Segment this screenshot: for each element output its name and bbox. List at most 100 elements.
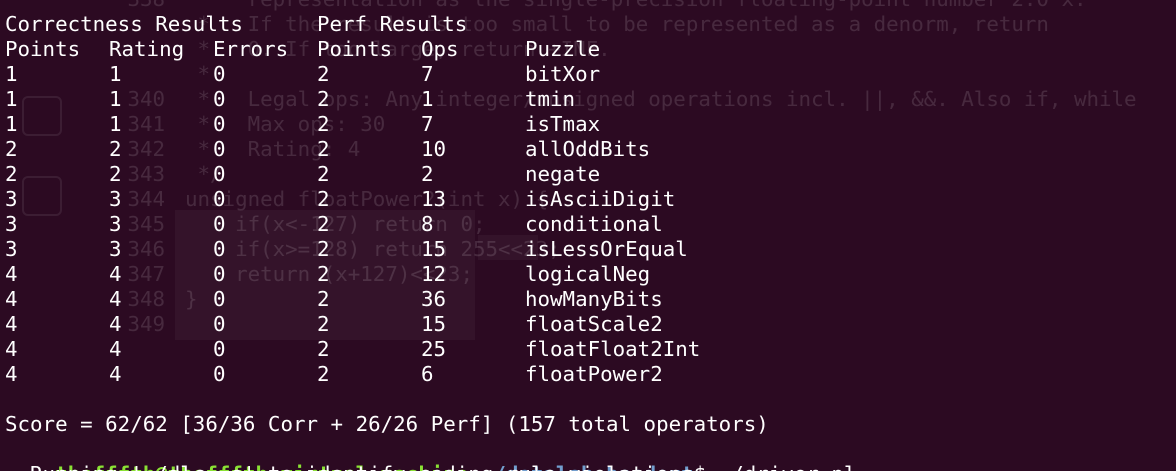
cell-perf-points: 2 [317,212,330,236]
ghost-code-line: 338 * representation as the single-preci… [120,0,1087,12]
ghost-code-line: 343 */ [120,162,222,187]
cell-perf-points: 2 [317,137,330,161]
correctness-results-heading: Correctness Results [5,12,243,36]
cell-rating: 2 [109,162,122,186]
cell-ops: 1 [421,87,434,111]
cell-puzzle: floatScale2 [525,312,663,336]
cell-puzzle: isAsciiDigit [525,187,676,211]
cell-puzzle: logicalNeg [525,262,651,286]
cell-points: 1 [5,112,18,136]
cell-ops: 7 [421,112,434,136]
cell-perf-points: 2 [317,87,330,111]
cell-perf-points: 2 [317,187,330,211]
cell-puzzle: floatPower2 [525,362,663,386]
cell-errors: 0 [213,237,226,261]
cell-perf-points: 2 [317,237,330,261]
cell-rating: 2 [109,137,122,161]
partial-output-line: Running './dlc -e' to identify coding ru… [5,462,706,471]
cell-puzzle: allOddBits [525,137,651,161]
cell-rating: 4 [109,337,122,361]
cell-rating: 3 [109,212,122,236]
cell-ops: 2 [421,162,434,186]
cell-errors: 0 [213,337,226,361]
cell-ops: 10 [421,137,447,161]
cell-points: 1 [5,87,18,111]
ghost-line-number: 346 [127,237,165,261]
ghost-line-number: 344 [127,187,165,211]
cell-points: 2 [5,137,18,161]
ghost-code-line: 340 * Legal ops: Any integer/unsigned op… [120,87,1136,112]
ghost-line-text: if(x>=128) return 255<<23; [185,237,561,261]
cell-points: 3 [5,212,18,236]
cell-errors: 0 [213,112,226,136]
terminal-window[interactable]: 338 * representation as the single-preci… [0,0,1176,471]
cell-puzzle: conditional [525,212,663,236]
cell-perf-points: 2 [317,337,330,361]
perf-results-heading: Perf Results [317,12,468,36]
ghost-line-text: * Rating: 4 [185,137,361,161]
cell-points: 4 [5,287,18,311]
cell-rating: 4 [109,312,122,336]
cell-points: 4 [5,337,18,361]
shell-prompt-line[interactable]: thefffth@thefffth-virtual-machine:~/data… [5,437,856,471]
cell-ops: 25 [421,337,447,361]
cell-ops: 7 [421,62,434,86]
cell-errors: 0 [213,212,226,236]
ghost-line-text: * If the result is too small to be repre… [185,12,1049,36]
cell-perf-points: 2 [317,362,330,386]
ghost-code-line: 349 [120,312,185,337]
ghost-code-line: 341 * Max ops: 30 [120,112,385,137]
col-perf-points: Points [317,37,393,61]
cell-points: 4 [5,262,18,286]
ghost-line-number: 341 [127,112,165,136]
cell-rating: 3 [109,187,122,211]
col-errors: Errors [213,37,289,61]
ghost-code-line: 348} [120,287,198,312]
cell-puzzle: negate [525,162,601,186]
cell-ops: 36 [421,287,447,311]
cell-errors: 0 [213,362,226,386]
cell-points: 2 [5,162,18,186]
cell-errors: 0 [213,62,226,86]
header-row-1: Correctness Results Perf Results [5,12,467,37]
ghost-line-number: 343 [127,162,165,186]
cell-puzzle: isTmax [525,112,601,136]
col-rating: Rating [109,37,185,61]
cell-rating: 4 [109,362,122,386]
cell-puzzle: bitXor [525,62,601,86]
cell-perf-points: 2 [317,287,330,311]
cell-puzzle: floatFloat2Int [525,337,701,361]
cell-rating: 1 [109,112,122,136]
cell-ops: 15 [421,237,447,261]
ghost-line-text: unsigned floatPower2(int x) { [185,187,549,211]
cell-rating: 4 [109,262,122,286]
cell-puzzle: isLessOrEqual [525,237,688,261]
ghost-code-line: 344 unsigned floatPower2(int x) { [120,187,548,212]
ghost-line-text: } [185,287,198,311]
ghost-code-line: * If the result is too small to be repre… [120,12,1049,37]
cell-perf-points: 2 [317,312,330,336]
cell-ops: 13 [421,187,447,211]
ghost-line-number: 345 [127,212,165,236]
cell-points: 3 [5,237,18,261]
cell-puzzle: tmin [525,87,576,111]
ghost-line-number: 340 [127,87,165,111]
cell-points: 3 [5,187,18,211]
cell-points: 1 [5,62,18,86]
cell-ops: 8 [421,212,434,236]
cell-errors: 0 [213,187,226,211]
ghost-line-text: if(x<-127) return 0; [185,212,486,236]
cell-rating: 1 [109,87,122,111]
cell-errors: 0 [213,162,226,186]
cell-errors: 0 [213,312,226,336]
cell-ops: 12 [421,262,447,286]
cell-errors: 0 [213,87,226,111]
cell-puzzle: howManyBits [525,287,663,311]
cell-ops: 6 [421,362,434,386]
ghost-line-number: 338 [120,0,165,12]
cell-ops: 15 [421,312,447,336]
ghost-line-number: 349 [127,312,165,336]
typed-command: ./driver.pl [719,462,857,471]
ghost-line-text: * representation as the single-precision… [185,0,1087,11]
score-line: Score = 62/62 [36/36 Corr + 26/26 Perf] … [5,412,769,436]
